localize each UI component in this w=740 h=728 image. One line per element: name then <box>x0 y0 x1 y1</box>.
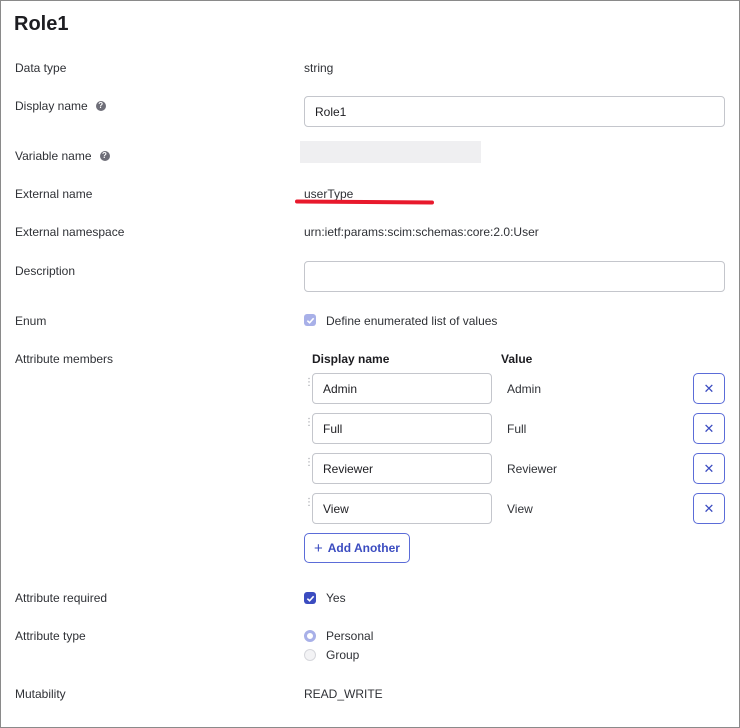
mutability-value: READ_WRITE <box>304 687 383 701</box>
display-name-input-value: Role1 <box>315 104 347 119</box>
remove-member-button[interactable]: ✕ <box>693 453 725 484</box>
remove-member-button[interactable]: ✕ <box>693 493 725 524</box>
add-another-label: Add Another <box>327 541 400 555</box>
red-underline-annotation <box>294 199 435 205</box>
required-checkbox[interactable] <box>304 592 316 604</box>
external-namespace-label: External namespace <box>15 225 125 239</box>
members-col-value: Value <box>501 352 533 366</box>
enum-checkbox-label: Define enumerated list of values <box>326 314 498 328</box>
drag-handle-icon[interactable]: ⋮ <box>304 418 314 428</box>
enum-label: Enum <box>15 314 47 328</box>
description-label: Description <box>15 264 76 278</box>
data-type-label: Data type <box>15 61 67 75</box>
variable-name-redacted <box>300 141 481 163</box>
external-name-label: External name <box>15 187 93 201</box>
drag-handle-icon[interactable]: ⋮ <box>304 458 314 468</box>
close-icon: ✕ <box>703 500 715 516</box>
attribute-editor: Role1 Data type string Display name ? Ro… <box>0 0 740 728</box>
close-icon: ✕ <box>703 380 715 396</box>
attribute-required-label: Attribute required <box>15 591 108 605</box>
close-icon: ✕ <box>703 460 715 476</box>
display-name-input[interactable]: Role1 <box>304 96 725 127</box>
question-icon[interactable]: ? <box>95 101 106 111</box>
remove-member-button[interactable]: ✕ <box>693 373 725 404</box>
data-type-value: string <box>304 61 334 75</box>
drag-handle-icon[interactable]: ⋮ <box>304 498 314 508</box>
member-display-name-input[interactable]: Reviewer <box>312 453 492 484</box>
members-col-display-name: Display name <box>312 352 390 366</box>
page-title: Role1 <box>14 13 69 35</box>
member-value: Full <box>507 422 527 436</box>
member-value: View <box>507 502 533 516</box>
check-icon <box>306 317 314 324</box>
question-icon[interactable]: ? <box>99 151 110 161</box>
remove-member-button[interactable]: ✕ <box>693 413 725 444</box>
attribute-members-label: Attribute members <box>15 352 114 366</box>
radio-personal-label: Personal <box>326 629 374 643</box>
member-display-name-input[interactable]: Admin <box>312 373 492 404</box>
member-display-name-input[interactable]: View <box>312 493 492 524</box>
radio-group-label: Group <box>326 648 360 662</box>
member-display-name-value: Reviewer <box>323 461 374 476</box>
radio-personal[interactable] <box>304 630 316 642</box>
drag-handle-icon[interactable]: ⋮ <box>304 378 314 388</box>
description-input[interactable] <box>304 261 725 292</box>
member-display-name-input[interactable]: Full <box>312 413 492 444</box>
plus-icon: + <box>314 539 323 557</box>
close-icon: ✕ <box>703 420 715 436</box>
radio-group[interactable] <box>304 649 316 661</box>
enum-checkbox[interactable] <box>304 314 316 326</box>
display-name-label: Display name ? <box>15 99 106 113</box>
external-namespace-value: urn:ietf:params:scim:schemas:core:2.0:Us… <box>304 225 539 239</box>
mutability-label: Mutability <box>15 687 66 701</box>
add-another-button[interactable]: + Add Another <box>304 533 410 563</box>
variable-name-label-text: Variable name <box>15 149 92 163</box>
check-icon <box>306 595 314 602</box>
attribute-type-label: Attribute type <box>15 629 86 643</box>
member-display-name-value: Admin <box>323 381 358 396</box>
member-value: Reviewer <box>507 462 558 476</box>
member-value: Admin <box>507 382 542 396</box>
required-checkbox-label: Yes <box>326 591 346 605</box>
member-display-name-value: Full <box>323 421 343 436</box>
member-display-name-value: View <box>323 501 349 516</box>
variable-name-label: Variable name ? <box>15 149 110 163</box>
display-name-label-text: Display name <box>15 99 88 113</box>
